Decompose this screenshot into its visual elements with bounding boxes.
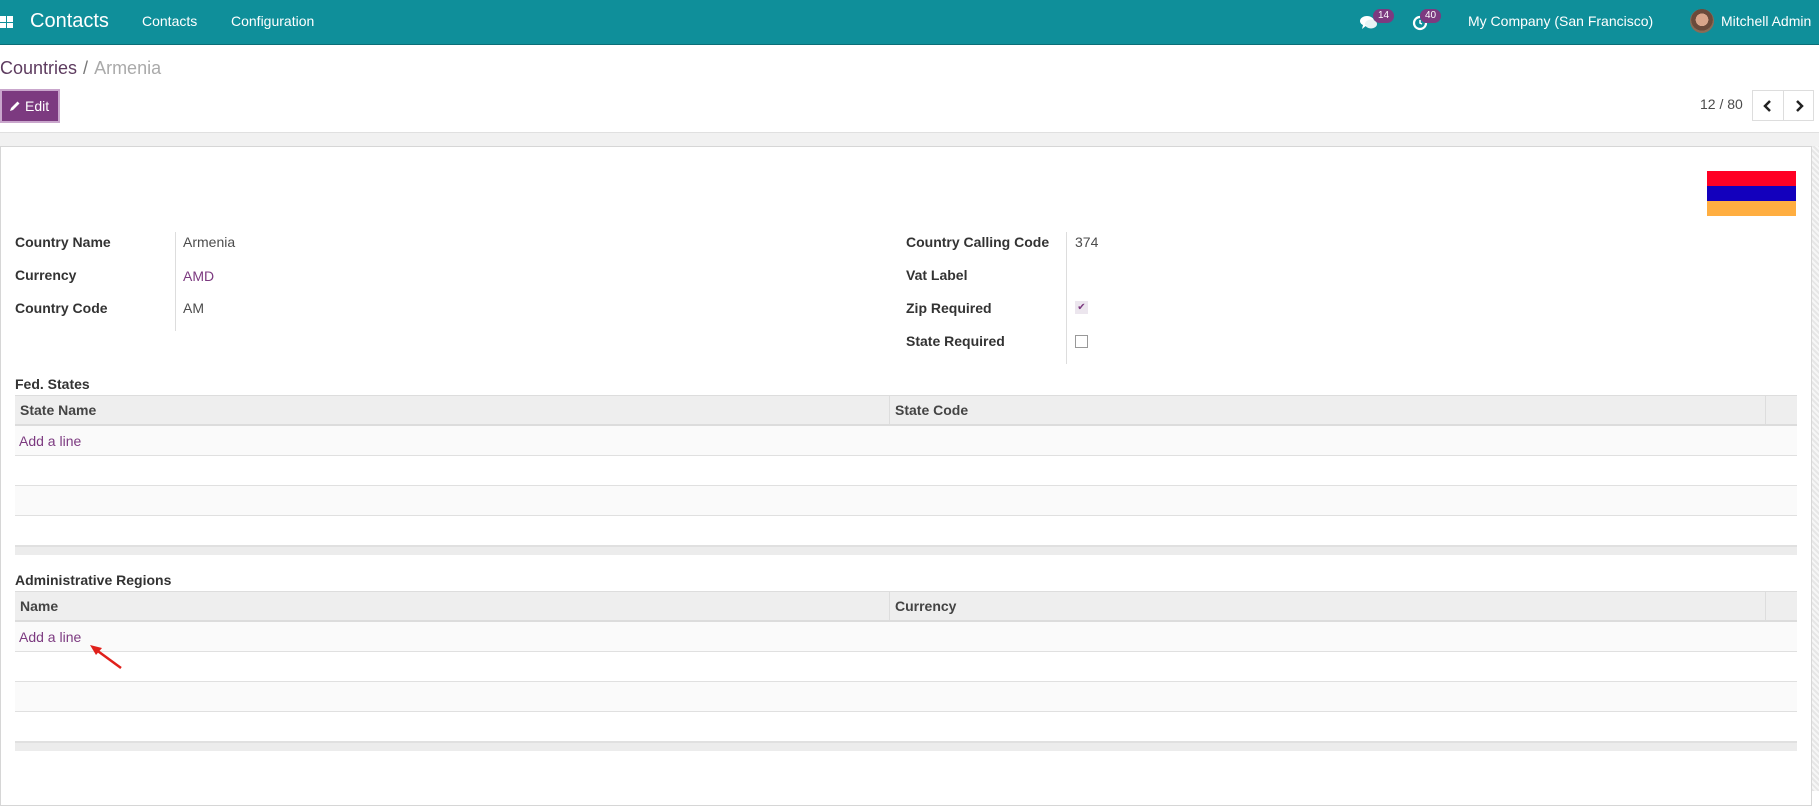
pager-value[interactable]: 12 / 80	[1700, 96, 1743, 112]
fed-states-title: Fed. States	[15, 376, 90, 392]
table-row	[15, 456, 1797, 486]
flag-stripe-blue	[1707, 186, 1796, 201]
company-switcher[interactable]: My Company (San Francisco)	[1468, 13, 1653, 29]
chevron-right-icon	[1795, 99, 1804, 112]
label-country-code: Country Code	[15, 300, 108, 316]
label-zip-required: Zip Required	[906, 300, 992, 316]
apps-grid-icon[interactable]	[0, 16, 13, 28]
edit-label: Edit	[25, 98, 50, 114]
flag-stripe-orange	[1707, 201, 1796, 216]
admin-regions-add-line[interactable]: Add a line	[15, 622, 1797, 652]
fed-states-add-line[interactable]: Add a line	[15, 426, 1797, 456]
annotation-arrow-icon	[90, 645, 122, 670]
activities-button[interactable]: 40	[1412, 9, 1442, 36]
admin-regions-header: Name Currency	[15, 591, 1797, 622]
fed-states-table: State Name State Code Add a line	[15, 395, 1797, 555]
edit-button[interactable]: Edit	[0, 89, 60, 123]
column-name[interactable]: Name	[15, 592, 890, 620]
column-currency[interactable]: Currency	[890, 592, 1766, 620]
label-calling-code: Country Calling Code	[906, 234, 1050, 250]
field-divider-left	[175, 232, 176, 331]
chevron-left-icon	[1763, 99, 1771, 112]
breadcrumb-countries[interactable]: Countries	[0, 58, 77, 78]
column-state-code[interactable]: State Code	[890, 396, 1766, 424]
state-required-checkbox[interactable]	[1075, 335, 1088, 348]
table-footer	[15, 546, 1797, 555]
column-state-name[interactable]: State Name	[15, 396, 890, 424]
table-row	[15, 712, 1797, 742]
pager-previous-button[interactable]	[1753, 91, 1783, 120]
pager-buttons	[1752, 90, 1814, 121]
zip-required-checkbox[interactable]: ✔	[1075, 301, 1088, 314]
value-country-name: Armenia	[183, 234, 236, 250]
menu-configuration[interactable]: Configuration	[231, 13, 314, 29]
table-row	[15, 516, 1797, 546]
column-options	[1766, 396, 1797, 424]
scrollbar-track[interactable]	[1812, 146, 1819, 791]
value-country-code: AM	[183, 300, 204, 316]
breadcrumb-current: Armenia	[94, 58, 162, 78]
messages-button[interactable]: 14	[1360, 9, 1395, 36]
table-row	[15, 486, 1797, 516]
value-currency-link[interactable]: AMD	[183, 268, 214, 284]
table-row	[15, 682, 1797, 712]
breadcrumb-separator: /	[83, 58, 89, 78]
app-brand[interactable]: Contacts	[30, 10, 109, 33]
pencil-icon	[10, 101, 20, 111]
admin-regions-title: Administrative Regions	[15, 572, 172, 588]
breadcrumb: Countries / Armenia	[0, 58, 161, 79]
fed-states-header: State Name State Code	[15, 395, 1797, 426]
admin-regions-table: Name Currency Add a line	[15, 591, 1797, 751]
user-menu[interactable]: Mitchell Admin	[1721, 13, 1811, 29]
activities-count-badge: 40	[1420, 9, 1442, 23]
label-country-name: Country Name	[15, 234, 111, 250]
table-row	[15, 652, 1797, 682]
column-options	[1766, 592, 1797, 620]
user-avatar[interactable]	[1690, 9, 1714, 33]
flag-stripe-red	[1707, 171, 1796, 186]
messages-count-badge: 14	[1373, 9, 1395, 23]
table-footer	[15, 742, 1797, 751]
value-calling-code: 374	[1075, 234, 1099, 250]
field-divider-right	[1066, 232, 1067, 364]
label-state-required: State Required	[906, 333, 1005, 349]
pager-next-button[interactable]	[1783, 91, 1813, 120]
label-vat-label: Vat Label	[906, 267, 968, 283]
top-navbar: Contacts Contacts Configuration 14 40 My…	[0, 0, 1819, 45]
label-currency: Currency	[15, 267, 77, 283]
menu-contacts[interactable]: Contacts	[142, 13, 197, 29]
checkmark-icon: ✔	[1077, 302, 1086, 313]
country-flag-image[interactable]	[1707, 171, 1796, 216]
